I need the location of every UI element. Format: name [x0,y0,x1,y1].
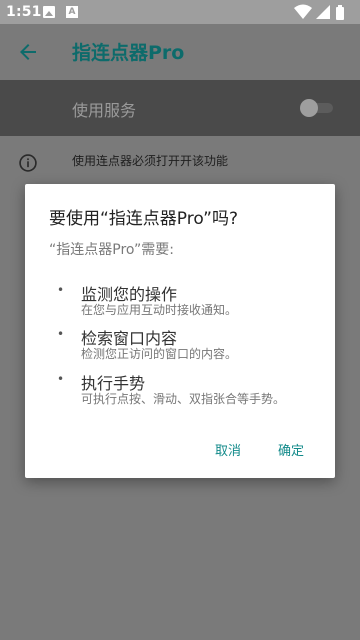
cancel-button[interactable]: 取消 [215,440,241,459]
dialog-title: 要使用“指连点器Pro”吗? [49,209,239,229]
status-time: 1:51 [6,4,42,20]
battery-icon [336,5,344,20]
permission-desc: 检测您正访问的窗口的内容。 [81,347,238,361]
bullet: • [57,283,65,297]
arrow-back-icon[interactable] [16,40,40,64]
page-title: 指连点器Pro [72,42,185,64]
bullet: • [57,327,65,341]
status-bar: 1:51 A [0,0,360,24]
service-label: 使用服务 [72,101,137,120]
dialog-subtitle: “指连点器Pro”需要: [49,242,174,258]
toggle-thumb [300,99,318,117]
service-toggle[interactable] [300,98,336,118]
wifi-icon [294,4,312,19]
status-icons [294,4,344,20]
image-icon [43,6,55,18]
app-bar: 指连点器Pro [0,24,360,80]
service-row[interactable]: 使用服务 [0,80,360,136]
info-icon [19,154,37,172]
font-a-icon: A [66,6,78,18]
permission-desc: 可执行点按、滑动、双指张合等手势。 [81,392,286,406]
permission-dialog: 要使用“指连点器Pro”吗? “指连点器Pro”需要: • 监测您的操作 在您与… [25,184,335,478]
bullet: • [57,372,65,386]
permission-desc: 在您与应用互动时接收通知。 [81,303,238,317]
confirm-button[interactable]: 确定 [278,440,304,459]
info-text: 使用连点器必须打开开该功能 [72,154,229,168]
cellular-signal-icon [316,5,330,19]
